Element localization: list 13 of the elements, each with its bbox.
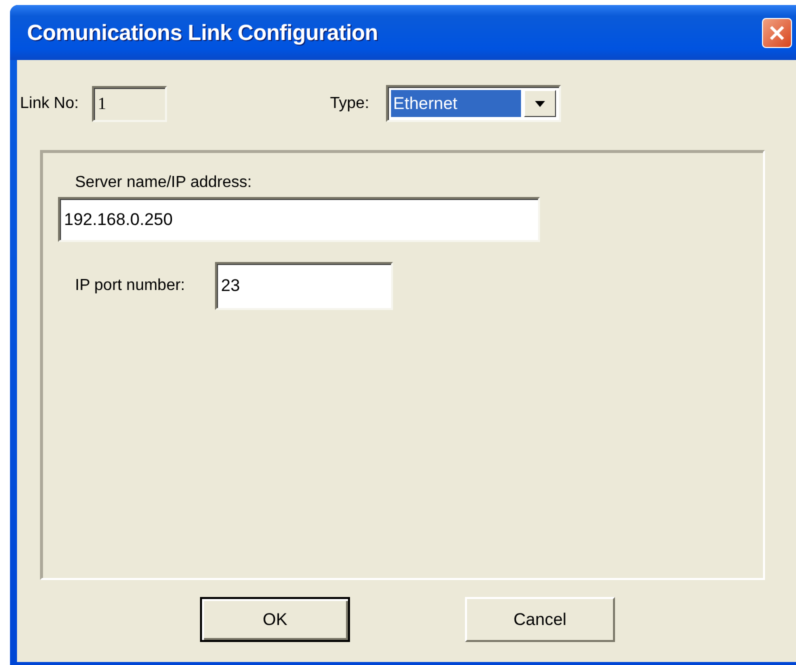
input-field[interactable]: 192.168.0.250	[58, 197, 540, 242]
dialog-button[interactable]: Cancel	[465, 597, 615, 642]
close-icon	[769, 24, 785, 40]
field-label: Type:	[330, 94, 370, 112]
window-title: Comunications Link Configuration	[27, 20, 378, 46]
caret-icon	[535, 100, 546, 106]
field-label: Server name/IP address:	[75, 174, 253, 192]
close-button[interactable]	[762, 18, 792, 48]
field-label: IP port number:	[75, 277, 185, 295]
type-dropdown[interactable]: Ethernet	[386, 85, 562, 122]
input-field[interactable]: 23	[214, 262, 393, 310]
field-label: Link No:	[20, 94, 79, 112]
dialog-button[interactable]: OK	[200, 597, 350, 642]
